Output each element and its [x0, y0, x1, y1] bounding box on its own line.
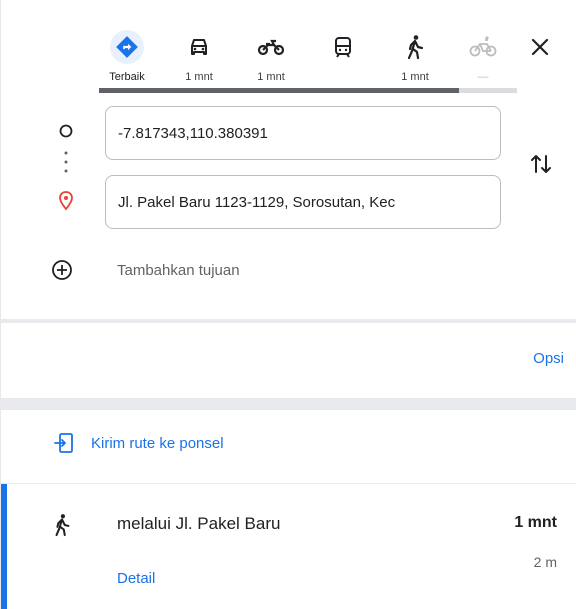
mode-progress-fill	[99, 88, 459, 93]
add-destination-button[interactable]: Tambahkan tujuan	[51, 255, 240, 285]
close-icon	[531, 38, 549, 56]
mode-walk-label: 1 mnt	[401, 71, 429, 83]
origin-field[interactable]	[105, 106, 501, 160]
mode-car[interactable]: 1 mnt	[169, 20, 229, 90]
origin-input[interactable]	[106, 107, 500, 159]
walk-icon	[398, 30, 432, 64]
route-selected-indicator	[1, 484, 7, 609]
directions-icon	[110, 30, 144, 64]
options-button[interactable]: Opsi	[533, 350, 564, 367]
send-to-phone-button[interactable]: Kirim rute ke ponsel	[53, 430, 224, 456]
divider	[1, 398, 576, 410]
add-circle-icon	[52, 260, 72, 280]
divider	[1, 319, 576, 323]
motorcycle-icon	[254, 30, 288, 64]
send-to-phone-label: Kirim rute ke ponsel	[91, 434, 224, 452]
route-option[interactable]: melalui Jl. Pakel Baru 1 mnt 2 m Detail	[1, 484, 576, 609]
mode-best[interactable]: Terbaik	[97, 20, 157, 90]
walk-icon	[51, 512, 73, 543]
send-to-phone-icon	[54, 433, 73, 453]
route-distance: 2 m	[533, 554, 557, 570]
destination-input[interactable]	[106, 176, 500, 228]
route-detail-link[interactable]: Detail	[117, 570, 155, 587]
mode-car-label: 1 mnt	[185, 71, 213, 83]
origin-circle-icon	[59, 124, 73, 138]
close-button[interactable]	[525, 32, 555, 62]
mode-motorcycle[interactable]: 1 mnt	[241, 20, 301, 90]
destination-pin-icon	[59, 191, 73, 211]
add-destination-label: Tambahkan tujuan	[117, 261, 240, 279]
mode-bicycle[interactable]: —	[453, 20, 513, 90]
mode-motorcycle-label: 1 mnt	[257, 71, 285, 83]
mode-bicycle-label: —	[477, 71, 489, 83]
car-icon	[182, 30, 216, 64]
route-via-label: melalui Jl. Pakel Baru	[117, 514, 281, 533]
bicycle-icon	[466, 30, 500, 64]
train-icon	[326, 30, 360, 64]
mode-walk[interactable]: 1 mnt	[385, 20, 445, 90]
travel-mode-bar: Terbaik 1 mnt 1 mnt 1 mnt —	[97, 20, 567, 96]
directions-panel: Terbaik 1 mnt 1 mnt 1 mnt — -7.817343,11…	[0, 0, 576, 609]
route-markers	[56, 122, 76, 222]
destination-field[interactable]	[105, 175, 501, 229]
mode-transit[interactable]	[313, 20, 373, 90]
swap-icon	[531, 155, 551, 173]
route-duration: 1 mnt	[514, 514, 557, 531]
mode-best-label: Terbaik	[109, 71, 145, 83]
swap-button[interactable]	[527, 150, 555, 178]
